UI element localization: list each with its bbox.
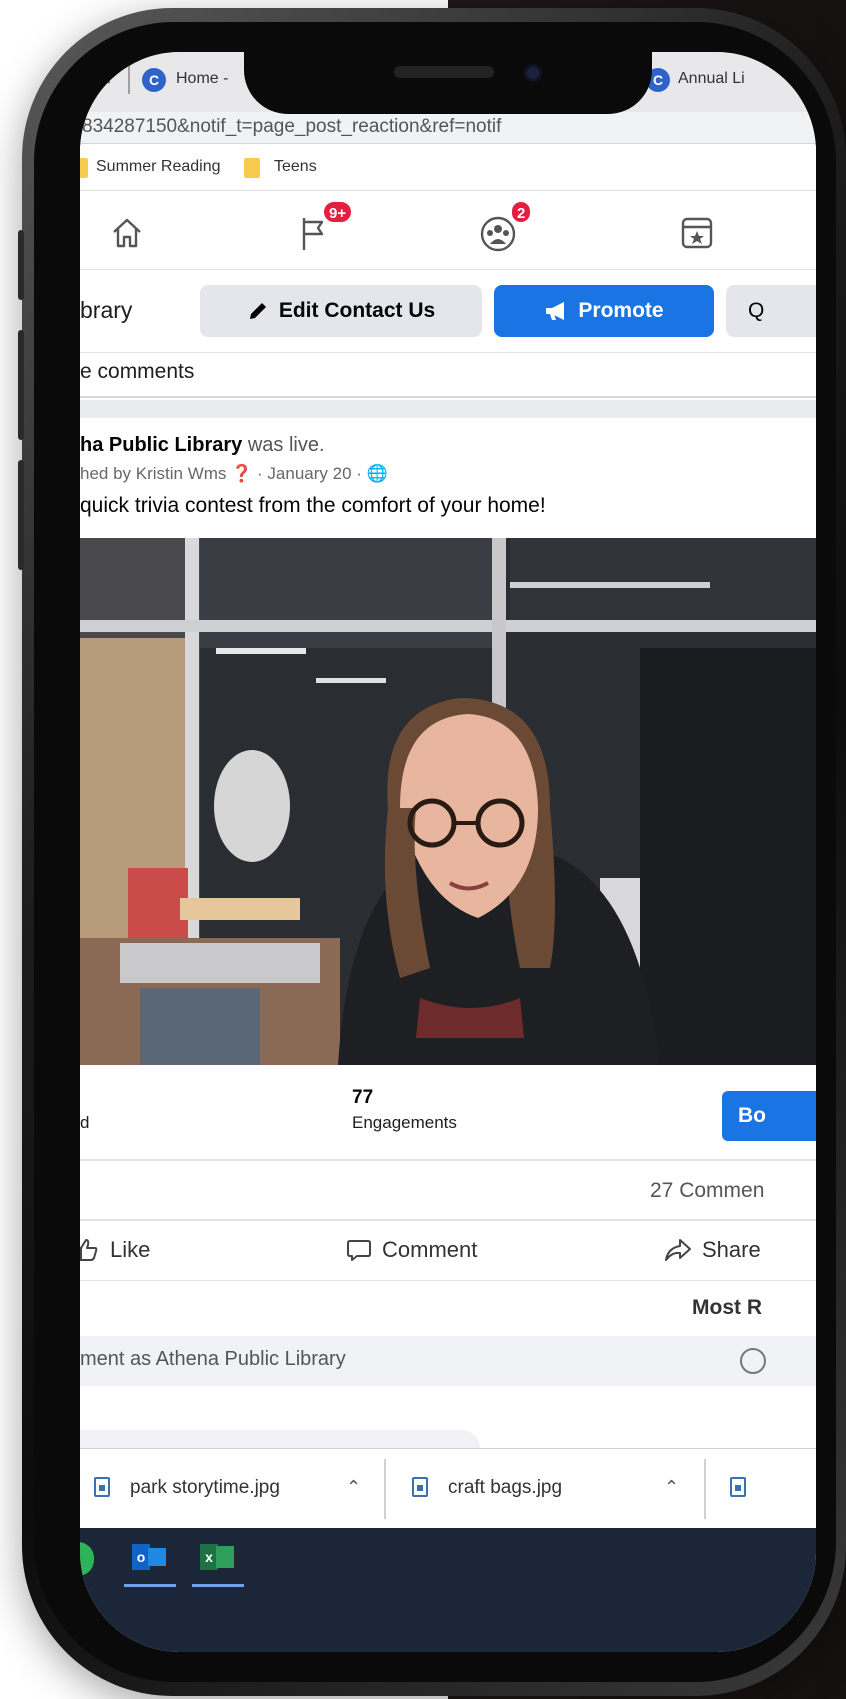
comment-sort[interactable]: Most R <box>692 1296 762 1320</box>
post-author[interactable]: ha Public Library <box>80 434 242 456</box>
folder-icon <box>244 158 260 178</box>
mute-button <box>18 230 24 300</box>
engagements-value: 77 <box>352 1087 374 1108</box>
download-item[interactable]: craft bags.jpg ⌃ <box>390 1449 690 1529</box>
thumbs-up-icon <box>80 1239 98 1261</box>
megaphone-icon <box>546 302 565 320</box>
pencil-icon <box>249 303 266 319</box>
download-name: craft bags.jpg <box>448 1477 563 1498</box>
like-button[interactable]: Like <box>80 1237 150 1263</box>
post-text: quick trivia contest from the comfort of… <box>80 494 546 517</box>
groups-badge: 2 <box>510 200 533 224</box>
home-icon[interactable] <box>110 216 144 250</box>
front-camera <box>524 64 542 82</box>
volume-down-button <box>18 460 24 570</box>
chrome-taskbar-icon[interactable] <box>80 1542 94 1576</box>
tab-annual[interactable]: Annual Li <box>678 70 745 88</box>
edit-contact-button[interactable]: Edit Contact Us <box>200 285 482 337</box>
comment-label: Comment <box>382 1237 478 1262</box>
promote-label: Promote <box>578 299 664 322</box>
volume-up-button <box>18 330 24 440</box>
search-button[interactable]: Q <box>726 285 816 337</box>
download-divider <box>384 1459 386 1519</box>
download-item[interactable]: park storytime.jpg ⌃ <box>80 1449 380 1529</box>
edit-contact-label: Edit Contact Us <box>278 299 436 322</box>
download-divider <box>704 1459 706 1519</box>
live-video[interactable] <box>80 538 816 1065</box>
comment-input[interactable]: ment as Athena Public Library <box>80 1336 816 1386</box>
post-meta: hed by Kristin Wms ❓ · January 20 · 🌐 <box>80 464 388 483</box>
image-file-icon <box>94 1477 110 1497</box>
share-label: Share <box>702 1237 761 1262</box>
search-label: Q <box>748 299 765 322</box>
notch <box>244 52 652 114</box>
address-bar[interactable]: 834287150&notif_t=page_post_reaction&ref… <box>80 112 816 144</box>
video-frame-illustration <box>80 538 816 1065</box>
windows-taskbar: o x <box>80 1528 816 1652</box>
phone-screen: ✕ C Home - ✕ C Annual Li 834287150&notif… <box>80 52 816 1652</box>
tab-close-icon[interactable]: ✕ <box>96 66 113 91</box>
facebook-nav-bar: 9+ 2 <box>80 192 816 270</box>
reach-label: d <box>80 1113 90 1132</box>
share-button[interactable]: Share <box>664 1237 761 1263</box>
excel-icon[interactable]: x <box>198 1538 238 1578</box>
page-header: brary Edit Contact Us Promote Q <box>80 271 816 353</box>
comments-filter[interactable]: e comments <box>80 354 816 398</box>
marketplace-icon[interactable] <box>680 216 714 250</box>
download-name: park storytime.jpg <box>130 1477 280 1498</box>
comments-filter-label: e comments <box>80 360 195 383</box>
feed-gap <box>80 400 816 418</box>
post-author-line: ha Public Library was live. <box>80 434 325 457</box>
live-post: ha Public Library was live. hed by Krist… <box>80 418 816 1460</box>
boost-button[interactable]: Bo <box>722 1091 816 1141</box>
promote-button[interactable]: Promote <box>494 285 714 337</box>
notifications-badge: 9+ <box>322 200 354 224</box>
engagements-label: Engagements <box>352 1113 457 1132</box>
post-actions: Like Comment Share <box>80 1223 816 1281</box>
excel-active-indicator <box>192 1584 244 1587</box>
comment-button[interactable]: Comment <box>346 1237 477 1263</box>
folder-icon <box>80 158 88 178</box>
comment-count-row: 27 Commen <box>80 1163 816 1221</box>
outlook-icon[interactable]: o <box>130 1538 170 1578</box>
image-file-icon <box>412 1477 428 1497</box>
chevron-up-icon[interactable]: ⌃ <box>346 1477 361 1498</box>
comment-placeholder: ment as Athena Public Library <box>80 1348 346 1370</box>
comment-count[interactable]: 27 Commen <box>650 1179 764 1203</box>
post-author-suffix: was live. <box>242 434 325 456</box>
tab-home[interactable]: Home - <box>176 70 228 88</box>
bookmark-teens[interactable]: Teens <box>274 158 317 176</box>
bookmarks-bar: Summer Reading Teens <box>80 145 816 191</box>
share-icon <box>665 1239 691 1261</box>
boost-label: Bo <box>738 1104 766 1127</box>
comment-sort-row: Most R <box>80 1282 816 1334</box>
post-insights: d 77 Engagements Bo <box>80 1065 816 1161</box>
speaker <box>394 66 494 78</box>
tab-divider <box>128 64 130 94</box>
url-text[interactable]: 834287150&notif_t=page_post_reaction&ref… <box>82 116 501 138</box>
chrome-icon: C <box>142 68 166 92</box>
comment-icon <box>347 1240 371 1261</box>
bookmark-summer-reading[interactable]: Summer Reading <box>96 158 221 176</box>
emoji-icon[interactable] <box>740 1348 766 1374</box>
like-label: Like <box>110 1237 151 1262</box>
downloads-bar: park storytime.jpg ⌃ craft bags.jpg ⌃ <box>80 1448 816 1528</box>
image-file-icon <box>730 1477 746 1497</box>
chevron-up-icon[interactable]: ⌃ <box>664 1477 679 1498</box>
page-name[interactable]: brary <box>80 297 132 324</box>
outlook-active-indicator <box>124 1584 176 1587</box>
